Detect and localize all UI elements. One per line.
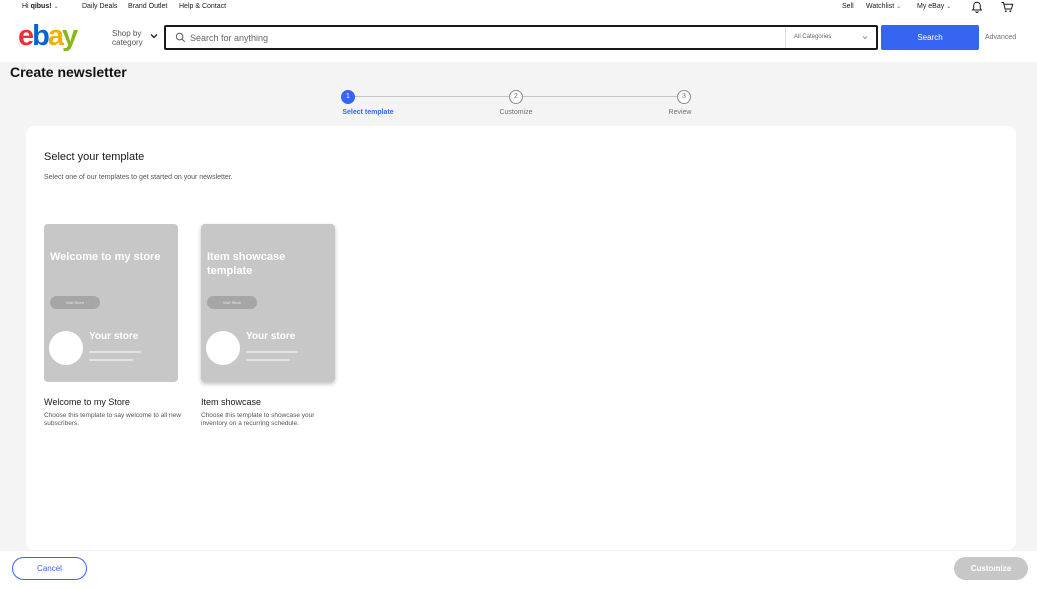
shop-by-category-button[interactable]: Shop by category [112, 29, 143, 47]
logo-letter-e: e [18, 20, 34, 52]
advanced-search-link[interactable]: Advanced [985, 34, 1016, 41]
template-preview[interactable]: Item showcase template Visit Store Your … [201, 224, 335, 382]
action-footer: Cancel Customize [0, 551, 1037, 589]
chevron-down-icon: ⌄ [53, 4, 59, 10]
preview-store-name: Your store [246, 331, 296, 342]
preview-heading: Item showcase template [207, 251, 286, 277]
logo-letter-b: b [32, 20, 50, 52]
chevron-down-icon[interactable] [149, 31, 159, 41]
search-bar: All Categories [164, 25, 878, 50]
greeting-prefix: Hi [22, 3, 31, 10]
cancel-button[interactable]: Cancel [12, 557, 87, 580]
step-3-label: Review [668, 109, 692, 116]
template-name: Welcome to my Store [44, 397, 130, 407]
stepper-connector [523, 96, 677, 97]
category-select[interactable]: All Categories [785, 27, 876, 48]
step-1-indicator: 1 [341, 90, 355, 104]
preview-visit-store-button: Visit Store [207, 296, 257, 309]
chevron-down-icon: ⌄ [946, 4, 952, 10]
template-preview[interactable]: Welcome to my store Visit Store Your sto… [44, 224, 178, 382]
customize-button[interactable]: Customize [954, 557, 1028, 580]
brand-outlet-link[interactable]: Brand Outlet [128, 3, 167, 10]
greeting[interactable]: Hi qibus! ⌄ [22, 3, 59, 10]
notification-bell-icon[interactable] [970, 0, 984, 14]
preview-text-line [246, 359, 290, 361]
category-select-value: All Categories [794, 34, 832, 40]
preview-text-line [89, 359, 133, 361]
template-description: Choose this template to showcase your in… [201, 412, 315, 427]
step-3-indicator: 3 [677, 90, 691, 104]
step-1-label: Select template [342, 109, 394, 116]
step-2-indicator: 2 [509, 90, 523, 104]
logo-letter-a: a [47, 20, 64, 52]
cart-icon[interactable] [1000, 0, 1014, 14]
template-option-item-showcase[interactable]: Item showcase template Visit Store Your … [201, 224, 335, 428]
preview-store-avatar [206, 331, 240, 365]
template-option-welcome[interactable]: Welcome to my store Visit Store Your sto… [44, 224, 181, 428]
logo-letter-y: y [62, 20, 78, 52]
search-input[interactable] [190, 30, 780, 45]
shop-by-line2: category [112, 38, 143, 47]
step-2-label: Customize [499, 109, 533, 116]
preview-heading: Welcome to my store [50, 251, 161, 263]
top-utility-bar: Hi qibus! ⌄ Daily Deals Brand Outlet Help… [0, 0, 1037, 14]
preview-store-avatar [49, 331, 83, 365]
my-ebay-menu[interactable]: My eBay ⌄ [917, 3, 951, 10]
chevron-down-icon [862, 36, 868, 40]
site-header: ebay Shop by category All Categories Sea… [0, 14, 1037, 62]
section-title: Select your template [44, 151, 145, 163]
daily-deals-link[interactable]: Daily Deals [82, 3, 117, 10]
template-description: Choose this template to say welcome to a… [44, 412, 181, 427]
progress-stepper: 1 2 3 Select template Customize Review [0, 88, 1037, 120]
ebay-logo[interactable]: ebay [18, 20, 78, 53]
search-button[interactable]: Search [881, 25, 979, 50]
preview-text-line [246, 351, 298, 353]
preview-visit-store-button: Visit Store [50, 296, 100, 309]
chevron-down-icon: ⌄ [896, 4, 902, 10]
my-ebay-label: My eBay [917, 3, 945, 10]
search-icon [175, 32, 186, 43]
page-title: Create newsletter [10, 64, 127, 80]
shop-by-line1: Shop by [112, 29, 142, 38]
help-contact-link[interactable]: Help & Contact [179, 3, 226, 10]
preview-store-name: Your store [89, 331, 139, 342]
template-name: Item showcase [201, 397, 262, 407]
stepper-connector [355, 96, 509, 97]
section-subtitle: Select one of our templates to get start… [44, 174, 233, 181]
watchlist-menu[interactable]: Watchlist ⌄ [866, 3, 901, 10]
watchlist-label: Watchlist [866, 3, 895, 10]
sell-link[interactable]: Sell [842, 3, 854, 10]
preview-text-line [89, 351, 141, 353]
username: qibus! [30, 3, 52, 10]
template-selection-card: Select your template Select one of our t… [26, 126, 1016, 550]
